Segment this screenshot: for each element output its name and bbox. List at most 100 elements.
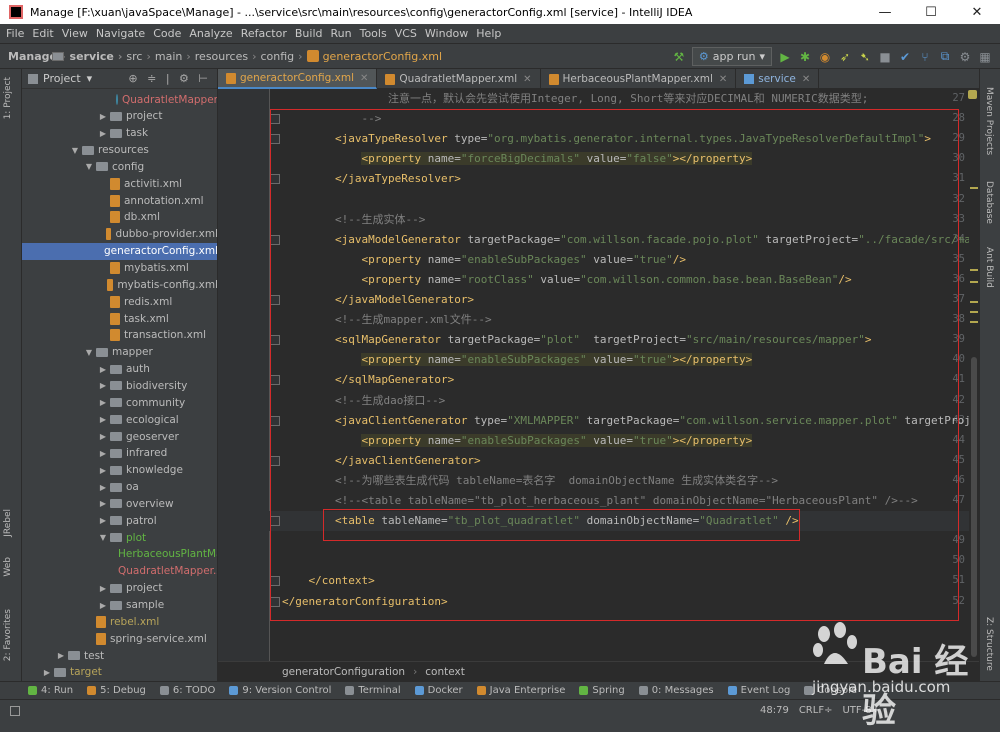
error-stripe-mark[interactable] [970, 281, 978, 283]
bottom-tool-4-run[interactable]: 4: Run [28, 685, 73, 696]
tree-item[interactable]: ▶ ecological [22, 411, 217, 428]
tab-jrebel[interactable]: JRebel [3, 509, 13, 537]
tree-item[interactable]: activiti.xml [22, 175, 217, 192]
tree-item[interactable]: ▶ geoserver [22, 428, 217, 445]
menu-refactor[interactable]: Refactor [241, 27, 287, 40]
expanded-arrow-icon[interactable]: ▼ [98, 533, 108, 542]
collapsed-arrow-icon[interactable]: ▶ [98, 381, 108, 390]
bottom-tool-spring[interactable]: Spring [579, 685, 625, 696]
menu-code[interactable]: Code [153, 27, 181, 40]
breadcrumb-item[interactable]: generactorConfig.xml [306, 50, 442, 63]
breadcrumb-item[interactable]: main › [52, 50, 191, 63]
tree-item[interactable]: ▶ community [22, 394, 217, 411]
menu-run[interactable]: Run [331, 27, 352, 40]
jrebel-debug-icon[interactable]: ➷ [858, 50, 872, 64]
tree-item[interactable]: ▶ project [22, 108, 217, 125]
bottom-tool-console[interactable]: Console [804, 685, 857, 696]
tree-item[interactable]: mybatis-config.xml [22, 276, 217, 293]
tree-item[interactable]: rebel.xml [22, 613, 217, 630]
debug-icon[interactable]: ✱ [798, 50, 812, 64]
tab-maven-projects[interactable]: Maven Projects [984, 87, 994, 155]
breadcrumb-item[interactable]: service › [52, 50, 122, 63]
collapsed-arrow-icon[interactable]: ▶ [98, 432, 108, 441]
tree-item[interactable]: ▶ auth [22, 361, 217, 378]
tab-web[interactable]: Web [3, 557, 13, 577]
collapsed-arrow-icon[interactable]: ▶ [98, 601, 108, 610]
expanded-arrow-icon[interactable]: ▼ [84, 162, 94, 171]
error-stripe-mark[interactable] [970, 187, 978, 189]
tree-item[interactable]: ▼ plot [22, 529, 217, 546]
breadcrumb-context[interactable]: context [425, 666, 465, 678]
coverage-icon[interactable]: ◉ [818, 50, 832, 64]
line-separator[interactable]: CRLF÷ [799, 705, 833, 716]
run-config-select[interactable]: ⚙ app run ▾ [691, 47, 772, 66]
bottom-tool-terminal[interactable]: Terminal [345, 685, 401, 696]
editor-tab[interactable]: QuadratletMapper.xml ✕ [377, 69, 541, 89]
project-panel-title[interactable]: Project [43, 72, 81, 85]
close-tab-icon[interactable]: ✕ [802, 74, 810, 85]
tab-favorites[interactable]: 2: Favorites [3, 609, 13, 661]
collapsed-arrow-icon[interactable]: ▶ [98, 112, 108, 121]
inspection-warning-icon[interactable] [968, 90, 977, 99]
tree-item[interactable]: ▶ test [22, 647, 217, 664]
menu-tools[interactable]: Tools [360, 27, 387, 40]
tree-item[interactable]: ▼ resources [22, 142, 217, 159]
minimize-button[interactable]: — [862, 5, 908, 20]
tree-item[interactable]: mybatis.xml [22, 260, 217, 277]
expanded-arrow-icon[interactable]: ▼ [84, 348, 94, 357]
tree-item[interactable]: ▶ overview [22, 495, 217, 512]
tree-item[interactable]: ▶ task [22, 125, 217, 142]
menu-file[interactable]: File [6, 27, 24, 40]
bottom-tool-java-enterprise[interactable]: Java Enterprise [476, 685, 565, 696]
tree-item[interactable]: ▼ mapper [22, 344, 217, 361]
run-icon[interactable]: ▶ [778, 50, 792, 64]
collapsed-arrow-icon[interactable]: ▶ [98, 449, 108, 458]
collapsed-arrow-icon[interactable]: ▶ [56, 651, 66, 660]
breadcrumb-item[interactable]: config › [52, 50, 303, 63]
tree-item[interactable]: ▼ config [22, 158, 217, 175]
jrebel-run-icon[interactable]: ➶ [838, 50, 852, 64]
tree-item[interactable]: QuadratletMapper [22, 91, 217, 108]
breadcrumb-generatorConfiguration[interactable]: generatorConfiguration [282, 666, 405, 678]
tree-item[interactable]: ▶ infrared [22, 445, 217, 462]
collapsed-arrow-icon[interactable]: ▶ [98, 584, 108, 593]
build-icon[interactable]: ⚒ [672, 50, 686, 64]
file-encoding[interactable]: UTF-8÷ [842, 705, 880, 716]
bottom-tool-0-messages[interactable]: 0: Messages [638, 685, 714, 696]
collapsed-arrow-icon[interactable]: ▶ [98, 516, 108, 525]
close-tab-icon[interactable]: ✕ [360, 73, 368, 84]
tree-item[interactable]: HerbaceousPlantMapper.xml [22, 546, 217, 563]
stop-icon[interactable]: ■ [878, 50, 892, 64]
collapsed-arrow-icon[interactable]: ▶ [98, 466, 108, 475]
collapsed-arrow-icon[interactable]: ▶ [42, 668, 52, 677]
bottom-tool-event-log[interactable]: Event Log [727, 685, 790, 696]
editor-tab[interactable]: HerbaceousPlantMapper.xml ✕ [541, 69, 737, 89]
tab-structure[interactable]: Z: Structure [984, 617, 994, 671]
editor-tab[interactable]: generactorConfig.xml ✕ [218, 69, 378, 89]
tree-item[interactable]: generactorConfig.xml [22, 242, 217, 260]
menu-navigate[interactable]: Navigate [96, 27, 145, 40]
bottom-tool-5-debug[interactable]: 5: Debug [87, 685, 146, 696]
tree-item[interactable]: QuadratletMapper.xml [22, 563, 217, 580]
maximize-button[interactable]: ☐ [908, 5, 954, 20]
tree-item[interactable]: dubbo-provider.xml [22, 226, 217, 243]
error-stripe-mark[interactable] [970, 321, 978, 323]
editor-tab[interactable]: service ✕ [736, 69, 820, 89]
bottom-tool-docker[interactable]: Docker [414, 685, 463, 696]
close-tab-icon[interactable]: ✕ [523, 74, 531, 85]
breadcrumb-item[interactable]: src › [52, 50, 151, 63]
update-icon[interactable]: ✔ [898, 50, 912, 64]
error-stripe-mark[interactable] [970, 301, 978, 303]
tree-item[interactable]: ▶ project [22, 580, 217, 597]
bottom-tool-9-version-control[interactable]: 9: Version Control [229, 685, 331, 696]
structure-icon[interactable]: ⧉ [938, 49, 952, 64]
collapsed-arrow-icon[interactable]: ▶ [98, 483, 108, 492]
settings-icon[interactable]: ⚙ [958, 50, 972, 64]
tree-item[interactable]: spring-service.xml [22, 630, 217, 647]
menu-help[interactable]: Help [476, 27, 501, 40]
collapsed-arrow-icon[interactable]: ▶ [98, 365, 108, 374]
cursor-position[interactable]: 48:79 [760, 705, 789, 716]
tree-item[interactable]: ▶ sample [22, 597, 217, 614]
menu-window[interactable]: Window [425, 27, 468, 40]
tree-item[interactable]: task.xml [22, 310, 217, 327]
